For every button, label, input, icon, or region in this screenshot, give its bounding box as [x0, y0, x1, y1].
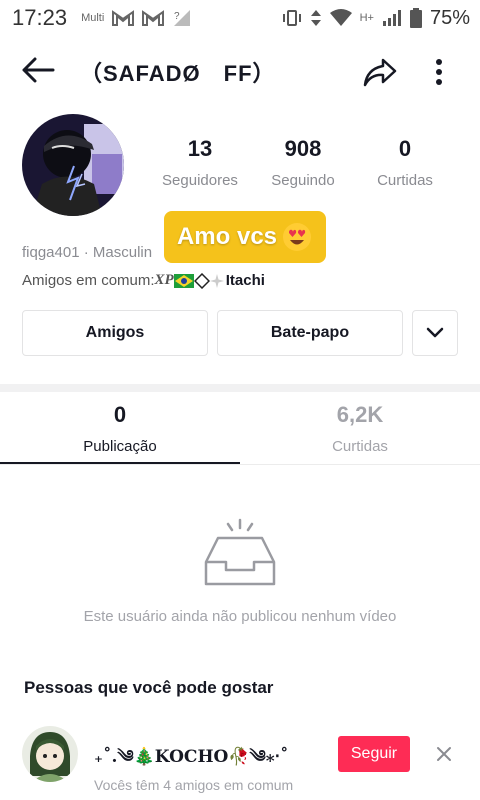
text-sticker: Amo vcs — [164, 211, 326, 263]
posts-count: 0 — [113, 402, 127, 427]
followers-label: Seguidores — [162, 172, 238, 189]
mutual-name-prefix: XP — [154, 272, 174, 288]
liked-label: Curtidas — [332, 438, 388, 455]
network-type: H+ — [359, 12, 374, 24]
close-icon — [437, 747, 451, 761]
sticker-text: Amo vcs — [176, 223, 278, 250]
more-options-button[interactable] — [424, 52, 454, 92]
carrier-tag: Multi — [81, 12, 105, 24]
clock: 17:23 — [12, 5, 68, 30]
avatar-image — [22, 726, 78, 782]
section-divider — [0, 384, 480, 392]
suggested-user-avatar[interactable] — [22, 726, 78, 782]
friends-button[interactable]: Amigos — [22, 310, 208, 356]
diamond-icon — [193, 272, 210, 289]
no-signal-icon: ? — [174, 10, 191, 26]
liked-count: 6,2K — [336, 402, 384, 427]
mutual-name: Itachi — [225, 272, 265, 289]
posts-label: Publicação — [83, 438, 157, 455]
heart-eyes-emoji-icon — [283, 223, 312, 251]
expand-suggestions-button[interactable] — [412, 310, 458, 356]
svg-text:?: ? — [174, 11, 180, 22]
battery-level: 75% — [429, 6, 470, 29]
share-arrow-icon — [363, 58, 397, 87]
status-bar: 17:23 Multi ? H+ 75% — [0, 0, 480, 36]
signal-icon — [382, 10, 401, 26]
system-icons: H+ 75% — [282, 7, 470, 30]
arrow-left-icon — [22, 57, 55, 83]
wifi-icon — [329, 9, 352, 26]
profile-title: （SAFADØ FF） — [80, 61, 276, 86]
follow-button[interactable]: Seguir — [338, 736, 410, 772]
avatar-image — [22, 114, 124, 216]
battery-icon — [409, 8, 422, 28]
gmail-icon — [112, 10, 135, 26]
mutual-label: Amigos em comum: — [22, 272, 155, 289]
active-tab-indicator — [0, 462, 240, 464]
profile-avatar[interactable] — [22, 114, 124, 216]
profile-header: （SAFADØ FF） — [0, 40, 480, 100]
tab-divider — [0, 464, 480, 465]
sparkle-icon — [209, 273, 224, 288]
stat-following[interactable]: 908 Seguindo — [264, 136, 342, 189]
brazil-flag-icon — [173, 273, 194, 288]
dismiss-suggestion-button[interactable] — [432, 742, 456, 766]
empty-inbox-icon — [202, 518, 278, 593]
back-button[interactable] — [18, 52, 58, 88]
stat-likes[interactable]: 0 Curtidas — [370, 136, 440, 189]
following-label: Seguindo — [271, 172, 335, 189]
vibrate-icon — [282, 10, 301, 26]
share-button[interactable] — [358, 52, 402, 92]
likes-count: 0 — [398, 136, 412, 161]
suggestions-title: Pessoas que você pode gostar — [24, 678, 274, 697]
tab-likes[interactable]: 6,2K Curtidas — [240, 402, 480, 455]
more-vertical-icon — [436, 59, 442, 85]
chevron-down-icon — [426, 327, 444, 338]
suggested-user-mutuals: Vocês têm 4 amigos em comum — [94, 777, 294, 793]
tab-posts[interactable]: 0 Publicação — [0, 402, 240, 455]
following-count: 908 — [284, 136, 322, 161]
chat-button[interactable]: Bate-papo — [217, 310, 403, 356]
handle-gender: fiqga401 · Masculin — [22, 244, 153, 261]
stat-followers[interactable]: 13 Seguidores — [160, 136, 240, 189]
empty-state-text: Este usuário ainda não publicou nenhum v… — [83, 608, 397, 625]
data-transfer-icon — [310, 10, 321, 26]
likes-label: Curtidas — [377, 172, 433, 189]
gmail-icon — [142, 10, 165, 26]
notification-icons: Multi ? — [81, 9, 192, 27]
mutual-friends[interactable]: Amigos em comum: XP Itachi — [22, 272, 265, 289]
followers-count: 13 — [187, 136, 213, 161]
